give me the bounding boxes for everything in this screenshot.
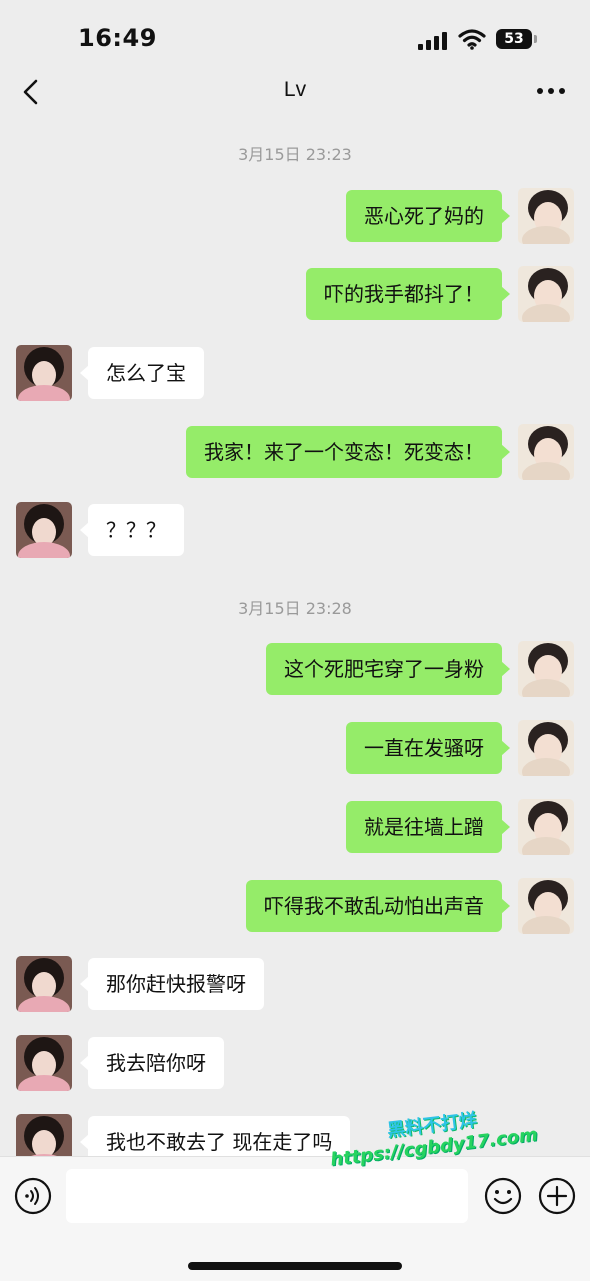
message-input[interactable] xyxy=(66,1169,468,1223)
outgoing-bubble[interactable]: 吓得我不敢乱动怕出声音 xyxy=(246,880,510,932)
self-avatar[interactable] xyxy=(518,878,574,934)
outgoing-bubble[interactable]: 吓的我手都抖了！ xyxy=(306,268,510,320)
more-dots-icon[interactable] xyxy=(536,84,566,98)
message-row: 这个死肥宅穿了一身粉 xyxy=(0,641,590,697)
message-row: 那你赶快报警呀 xyxy=(0,956,590,1012)
incoming-bubble[interactable]: 怎么了宝 xyxy=(80,347,204,399)
contact-avatar[interactable] xyxy=(16,502,72,558)
contact-avatar[interactable] xyxy=(16,345,72,401)
outgoing-bubble[interactable]: 我家！来了一个变态！死变态！ xyxy=(186,426,510,478)
outgoing-bubble[interactable]: 这个死肥宅穿了一身粉 xyxy=(266,643,510,695)
chat-header: Lv xyxy=(0,70,590,114)
self-avatar[interactable] xyxy=(518,720,574,776)
message-row: 吓的我手都抖了！ xyxy=(0,266,590,322)
status-time: 16:49 xyxy=(78,24,157,52)
self-avatar[interactable] xyxy=(518,799,574,855)
battery-cap xyxy=(534,35,537,43)
home-indicator[interactable] xyxy=(188,1262,402,1270)
message-row: 吓得我不敢乱动怕出声音 xyxy=(0,878,590,934)
message-row: 恶心死了妈的 xyxy=(0,188,590,244)
outgoing-bubble[interactable]: 恶心死了妈的 xyxy=(346,190,510,242)
battery-indicator: 53 xyxy=(496,29,532,49)
message-row: 一直在发骚呀 xyxy=(0,720,590,776)
message-row: 我去陪你呀 xyxy=(0,1035,590,1091)
outgoing-bubble[interactable]: 一直在发骚呀 xyxy=(346,722,510,774)
outgoing-bubble[interactable]: 就是往墙上蹭 xyxy=(346,801,510,853)
self-avatar[interactable] xyxy=(518,641,574,697)
plus-icon[interactable] xyxy=(538,1177,576,1215)
self-avatar[interactable] xyxy=(518,266,574,322)
cellular-signal-icon xyxy=(418,30,448,50)
incoming-bubble[interactable]: ？？？ xyxy=(80,504,184,556)
message-row: 怎么了宝 xyxy=(0,345,590,401)
self-avatar[interactable] xyxy=(518,188,574,244)
contact-avatar[interactable] xyxy=(16,956,72,1012)
voice-icon[interactable] xyxy=(14,1177,52,1215)
message-row: 就是往墙上蹭 xyxy=(0,799,590,855)
self-avatar[interactable] xyxy=(518,424,574,480)
wifi-icon xyxy=(458,29,486,50)
message-row: ？？？ xyxy=(0,502,590,558)
timestamp: 3月15日 23:28 xyxy=(238,599,352,618)
incoming-bubble[interactable]: 那你赶快报警呀 xyxy=(80,958,264,1010)
emoji-icon[interactable] xyxy=(484,1177,522,1215)
contact-avatar[interactable] xyxy=(16,1035,72,1091)
chat-title: Lv xyxy=(283,78,307,101)
status-bar: 16:49 53 xyxy=(0,0,590,70)
message-row: 我家！来了一个变态！死变态！ xyxy=(0,424,590,480)
incoming-bubble[interactable]: 我去陪你呀 xyxy=(80,1037,224,1089)
timestamp: 3月15日 23:23 xyxy=(238,145,352,164)
